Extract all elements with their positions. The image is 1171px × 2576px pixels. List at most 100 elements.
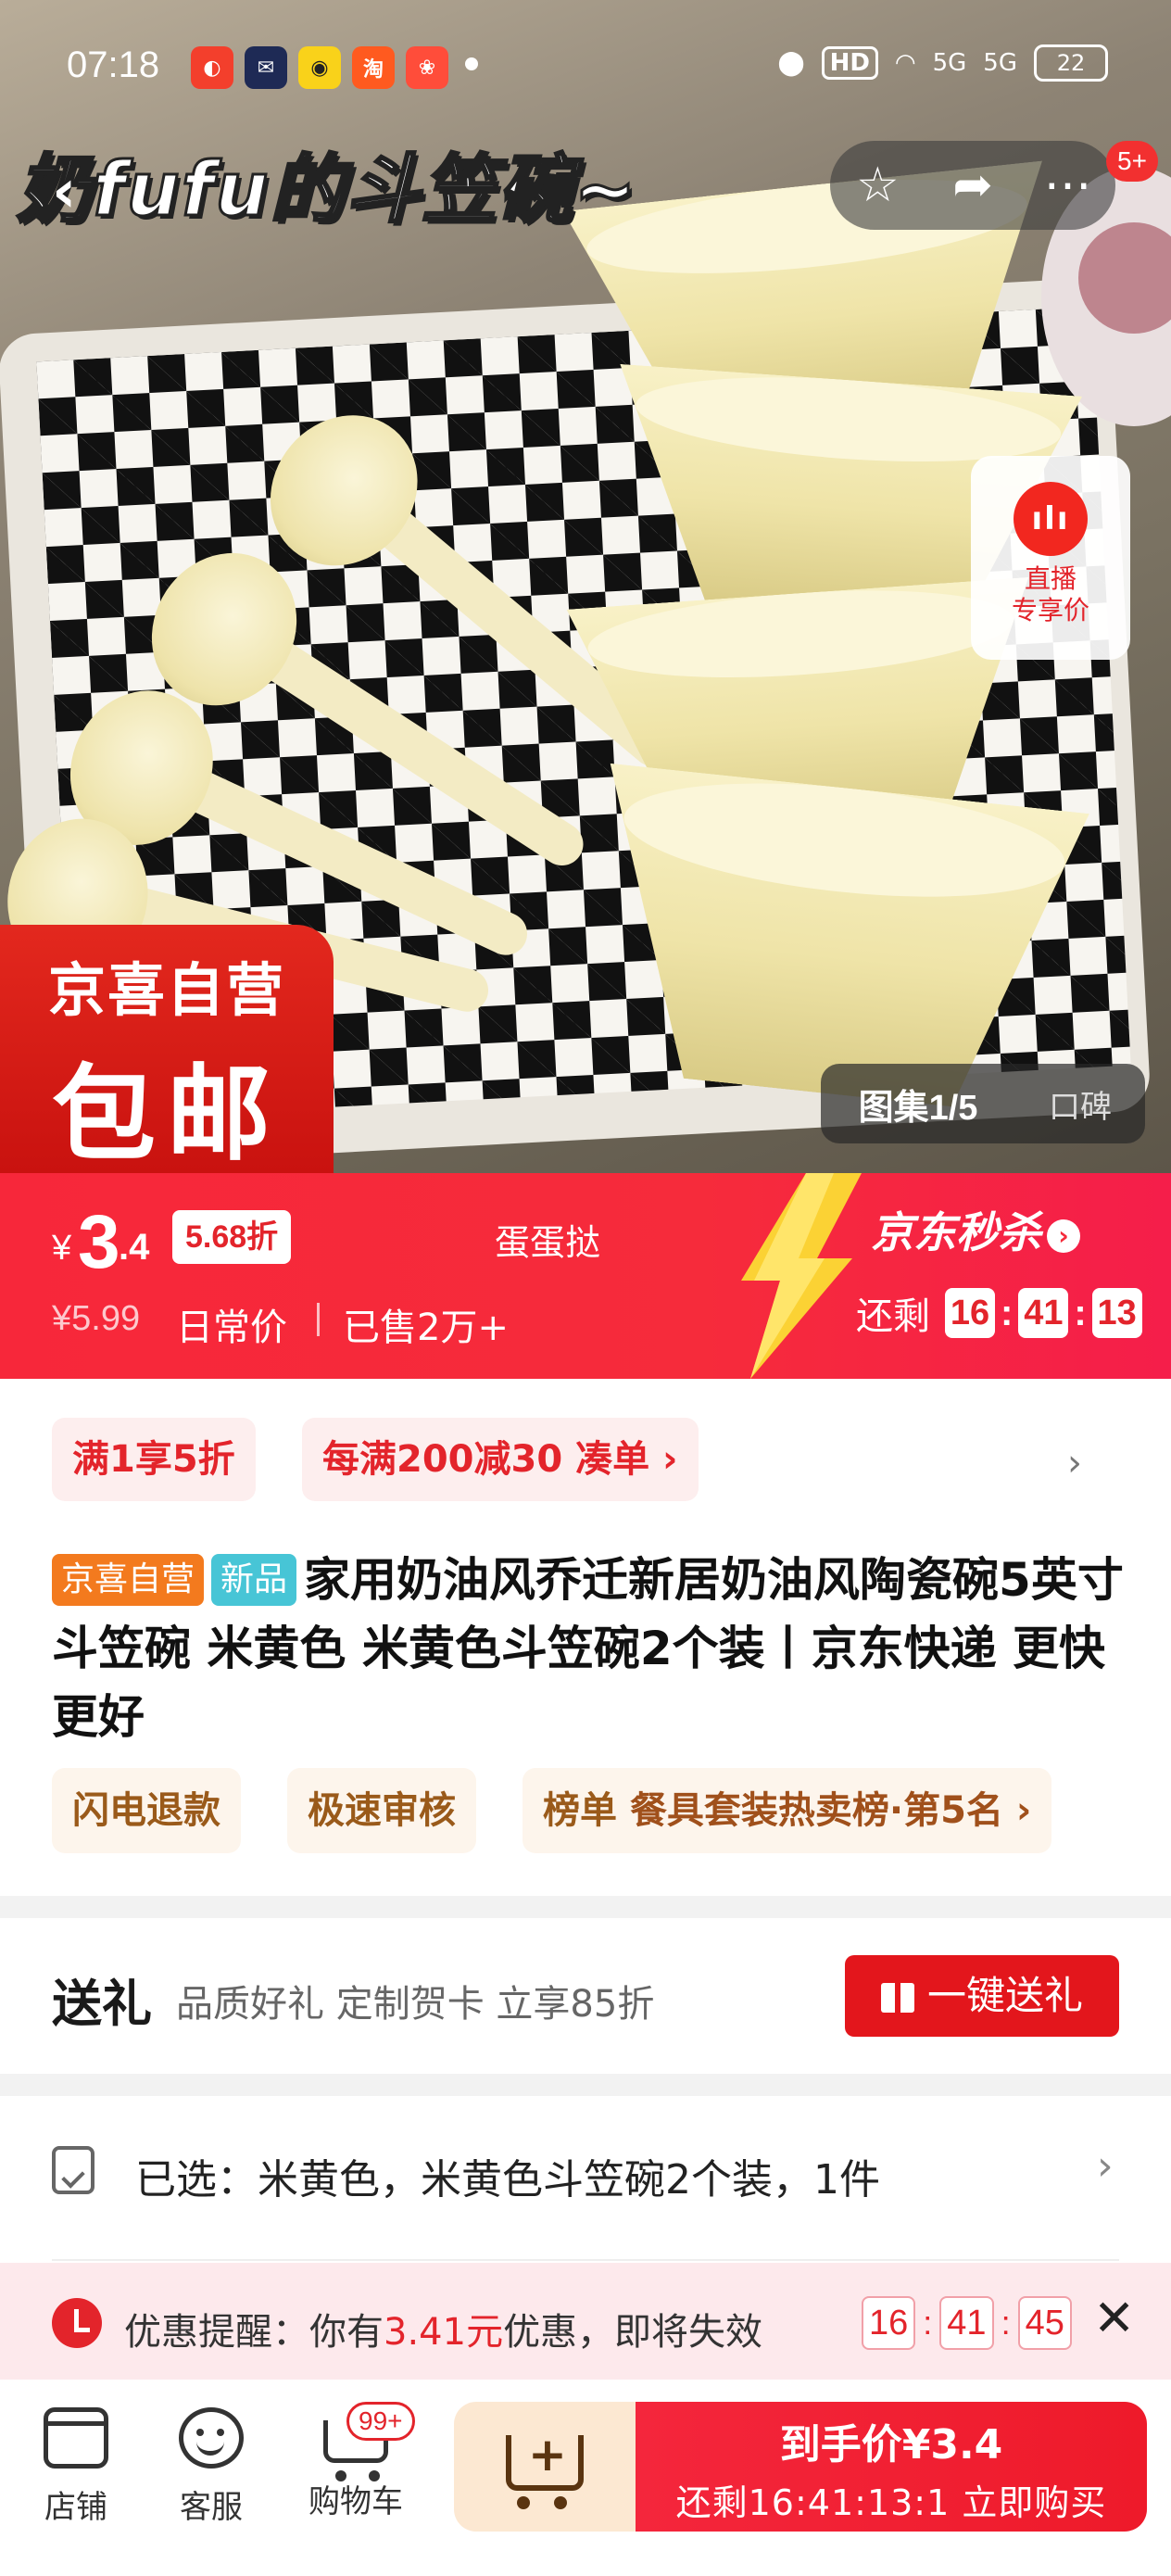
countdown-minutes: 41 xyxy=(1018,1288,1069,1338)
ranking-label: 榜单 xyxy=(543,1789,617,1832)
product-info-card: 满1享5折 每满200减30 凑单 › › 京喜自营 新品 家用奶油风乔迁新居奶油风… xyxy=(0,1379,1171,1896)
price-banner: ¥ 3 .4 5.68折 蛋蛋挞 ¥5.99 日常价 已售2万+ 京东秒杀 › 还… xyxy=(0,1173,1171,1379)
seckill-label: 京东秒杀 xyxy=(871,1207,1041,1257)
product-detail-page: 奶fufu的斗笠碗~ 07:18 ◐ ✉ ◉ 淘 ❀ ⬤ HD ◠ 5G 5G … xyxy=(0,0,1171,2576)
store-button[interactable]: 店铺 xyxy=(11,2407,141,2527)
sold-count: 已售2万+ xyxy=(343,1307,509,1349)
wifi-icon: ◠ xyxy=(894,49,916,77)
sku-icon xyxy=(52,2146,94,2194)
app-notification-icon: ❀ xyxy=(406,46,448,89)
live-icon: ılı xyxy=(1014,482,1088,556)
service-pill[interactable]: 闪电退款 xyxy=(52,1768,241,1853)
brand-name[interactable]: 蛋蛋挞 xyxy=(495,1214,600,1265)
price-decimal: .4 xyxy=(119,1227,150,1268)
countdown-hours: 16 xyxy=(945,1288,995,1338)
star-icon[interactable]: ☆ xyxy=(836,158,919,213)
live-sublabel: 专享价 xyxy=(1011,595,1089,625)
status-bar: 07:18 ◐ ✉ ◉ 淘 ❀ ⬤ HD ◠ 5G 5G 22 xyxy=(0,37,1171,102)
reminder-countdown: 16 : 41 : 45 xyxy=(862,2296,1072,2350)
coupon-badge[interactable]: 满1享5折 xyxy=(52,1418,256,1501)
promo-overlay: 京喜自营 包邮 xyxy=(0,925,334,1175)
system-indicators: ⬤ HD ◠ 5G 5G 22 xyxy=(777,44,1108,82)
service-icon xyxy=(179,2407,244,2469)
app-notification-icon: ◐ xyxy=(191,46,233,89)
app-notification-icon: ◉ xyxy=(298,46,341,89)
close-icon[interactable]: ✕ xyxy=(1093,2289,1135,2347)
final-price-label: 到手价¥3.4 xyxy=(779,2421,1003,2469)
new-tag: 新品 xyxy=(211,1554,297,1606)
countdown-seconds: 13 xyxy=(1091,1288,1142,1338)
service-label: 客服 xyxy=(180,2489,243,2526)
promo-line-1: 京喜自营 xyxy=(47,956,285,1024)
more-notifications-icon xyxy=(465,57,478,70)
signal-icon: 5G xyxy=(932,49,967,77)
discount-badge: 5.68折 xyxy=(172,1210,292,1264)
cart-count-badge: 99+ xyxy=(346,2402,415,2441)
promo-line-2: 包邮 xyxy=(52,1054,282,1175)
live-price-button[interactable]: ılı 直播 专享价 xyxy=(971,456,1130,660)
reminder-amount: 3.41元 xyxy=(384,2311,504,2354)
top-action-bar: ☆ ➦ ⋯ xyxy=(830,141,1115,230)
hd-icon: HD xyxy=(821,46,878,80)
ranking-text: 餐具套装热卖榜·第5名 › xyxy=(629,1789,1032,1832)
location-icon: ⬤ xyxy=(777,49,805,77)
countdown-hours: 16 xyxy=(862,2296,916,2350)
clock: 07:18 xyxy=(67,44,160,85)
cart-label: 购物车 xyxy=(308,2483,403,2520)
original-price-label: 日常价 xyxy=(176,1307,287,1349)
countdown-label: 还剩 xyxy=(856,1296,930,1337)
reminder-text: 优惠提醒：你有3.41元优惠，即将失效 xyxy=(124,2302,762,2355)
seckill-countdown: 还剩 16 : 41 : 13 xyxy=(856,1286,1142,1340)
original-price: ¥5.99 xyxy=(52,1299,141,1338)
add-to-cart-button[interactable] xyxy=(454,2402,636,2532)
gift-card: 送礼 品质好礼 定制贺卡 立享85折 一键送礼 xyxy=(0,1918,1171,2074)
chevron-right-icon: › xyxy=(1047,1219,1080,1253)
service-pill[interactable]: 极速审核 xyxy=(287,1768,476,1853)
mail-notification-icon: ✉ xyxy=(245,46,287,89)
reviews-tab[interactable]: 口碑 xyxy=(1015,1081,1145,1127)
customer-service-button[interactable]: 客服 xyxy=(146,2407,276,2527)
bottom-action-bar: 店铺 客服 购物车 99+ 到手价¥3.4 还剩16:41:13:1 立即购买 xyxy=(0,2380,1171,2576)
back-icon[interactable]: ‹ xyxy=(52,158,76,226)
share-icon[interactable]: ➦ xyxy=(931,158,1014,213)
selected-sku-text: 已选：米黄色，米黄色斗笠碗2个装，1件 xyxy=(135,2156,880,2203)
store-label: 店铺 xyxy=(44,2489,107,2526)
message-badge: 5+ xyxy=(1106,141,1158,182)
buy-now-label: 还剩16:41:13:1 立即购买 xyxy=(675,2482,1107,2523)
chevron-right-icon: › xyxy=(1097,2142,1114,2190)
coupon-badge[interactable]: 每满200减30 凑单 › xyxy=(302,1418,699,1501)
self-operated-tag: 京喜自营 xyxy=(52,1554,205,1606)
live-label: 直播 xyxy=(1024,563,1077,594)
image-caption: 奶fufu的斗笠碗~ xyxy=(16,145,638,234)
notification-icons: ◐ ✉ ◉ 淘 ❀ xyxy=(191,46,448,89)
divider xyxy=(52,2259,1119,2261)
clock-icon xyxy=(52,2298,102,2348)
price-integer: 3 xyxy=(78,1200,120,1284)
gift-icon xyxy=(880,1983,914,2013)
chevron-right-icon[interactable]: › xyxy=(1067,1442,1082,1484)
gallery-counter[interactable]: 图集1/5 xyxy=(821,1079,1015,1130)
gift-description: 品质好礼 定制贺卡 立享85折 xyxy=(176,1983,655,2026)
countdown-minutes: 41 xyxy=(939,2296,994,2350)
send-gift-button[interactable]: 一键送礼 xyxy=(845,1955,1119,2037)
product-title: 京喜自营 新品 家用奶油风乔迁新居奶油风陶瓷碗5英寸斗笠碗 米黄色 米黄色斗笠碗2个… xyxy=(52,1546,1127,1751)
reminder-suffix: 优惠，即将失效 xyxy=(503,2311,763,2354)
store-icon xyxy=(44,2407,108,2469)
signal-icon: 5G xyxy=(983,49,1017,77)
more-icon[interactable]: ⋯ xyxy=(1026,158,1110,213)
countdown-seconds: 45 xyxy=(1017,2296,1072,2350)
gift-heading: 送礼 xyxy=(52,1975,152,2033)
add-cart-icon xyxy=(506,2428,584,2509)
seckill-link[interactable]: 京东秒杀 › xyxy=(871,1199,1080,1260)
currency-symbol: ¥ xyxy=(52,1229,72,1268)
reminder-prefix: 优惠提醒：你有 xyxy=(124,2311,384,2354)
buy-now-button[interactable]: 到手价¥3.4 还剩16:41:13:1 立即购买 xyxy=(636,2402,1147,2532)
taobao-notification-icon: 淘 xyxy=(352,46,395,89)
sku-selector[interactable]: 已选：米黄色，米黄色斗笠碗2个装，1件 › xyxy=(0,2096,1171,2263)
send-gift-label: 一键送礼 xyxy=(926,1973,1083,2018)
battery-icon: 22 xyxy=(1034,44,1108,82)
gallery-switcher[interactable]: 图集1/5 口碑 xyxy=(821,1064,1145,1143)
ranking-pill[interactable]: 榜单 餐具套装热卖榜·第5名 › xyxy=(523,1768,1052,1853)
discount-reminder: 优惠提醒：你有3.41元优惠，即将失效 16 : 41 : 45 ✕ xyxy=(0,2263,1171,2380)
divider xyxy=(317,1303,320,1336)
